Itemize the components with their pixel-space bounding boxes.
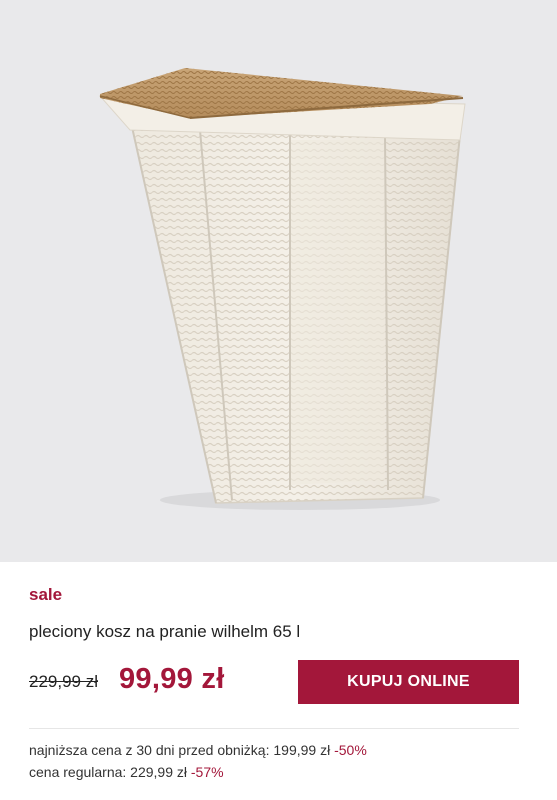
buy-online-button[interactable]: KUPUJ ONLINE [298,660,519,704]
lowest-price-line: najniższa cena z 30 dni przed obniżką: 1… [29,739,367,761]
product-title[interactable]: pleciony kosz na pranie wilhelm 65 l [29,622,300,642]
old-price: 229,99 zł [29,672,98,691]
lowest-price-discount: -50% [334,742,367,758]
regular-price-line: cena regularna: 229,99 zł -57% [29,761,367,783]
sale-badge: sale [29,585,63,604]
regular-price-text: cena regularna: 229,99 zł [29,764,187,780]
divider [29,728,519,729]
price-history: najniższa cena z 30 dni przed obniżką: 1… [29,739,367,783]
lowest-price-text: najniższa cena z 30 dni przed obniżką: 1… [29,742,331,758]
current-price: 99,99 zł [119,663,225,695]
regular-price-discount: -57% [190,764,224,780]
product-image[interactable] [0,0,557,562]
laundry-basket-illustration [98,68,466,510]
